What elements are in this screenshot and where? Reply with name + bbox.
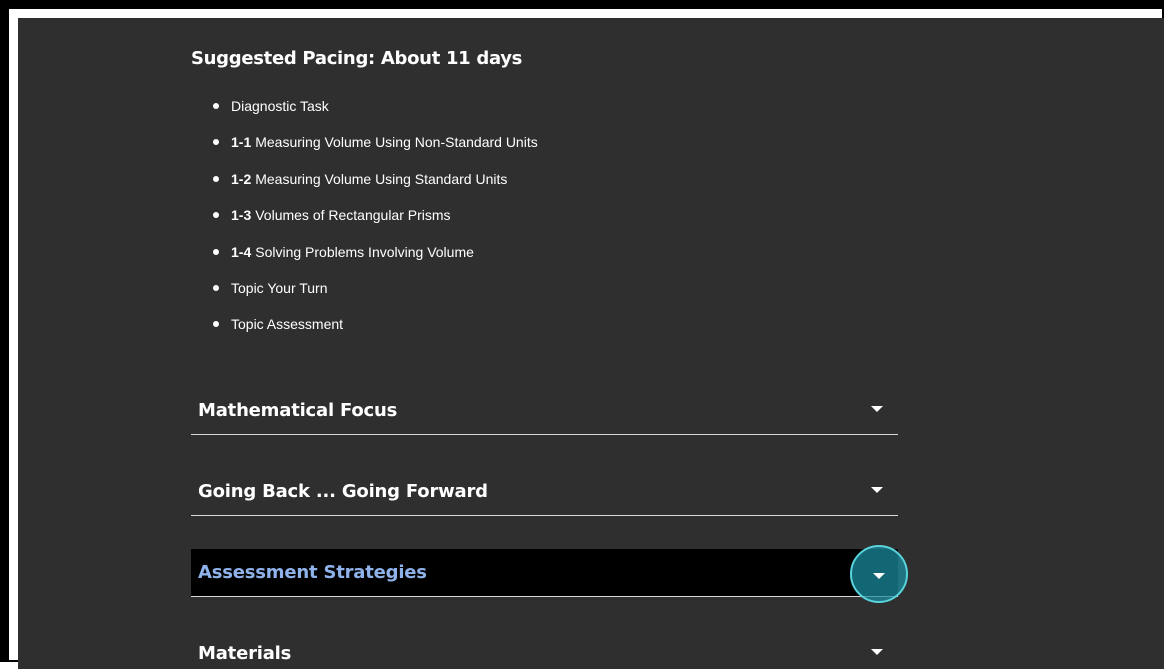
pacing-item-topic-your-turn: Topic Your Turn — [213, 278, 538, 314]
caret-down-icon[interactable] — [871, 406, 883, 412]
pacing-list: Diagnostic Task 1-1 Measuring Volume Usin… — [213, 96, 538, 351]
pacing-item-text: Measuring Volume Using Non-Standard Unit… — [255, 134, 538, 151]
bullet-icon — [213, 248, 219, 255]
pacing-item-number: 1-4 — [231, 243, 252, 260]
pacing-item-1-1: 1-1 Measuring Volume Using Non-Standard U… — [213, 132, 538, 168]
bullet-icon — [213, 139, 219, 146]
screen-frame: Suggested Pacing: About 11 days Diagnost… — [0, 0, 1164, 669]
pacing-item-1-4: 1-4 Solving Problems Involving Volume — [213, 242, 538, 278]
caret-down-icon — [873, 573, 885, 579]
accordion-label: Materials — [198, 643, 292, 664]
caret-down-icon[interactable] — [871, 487, 883, 493]
pacing-item-text: Topic Assessment — [231, 316, 344, 333]
bullet-icon — [213, 103, 219, 109]
pacing-item-number: 1-2 — [231, 170, 252, 187]
bullet-icon — [213, 175, 219, 182]
pacing-item-text: Diagnostic Task — [231, 98, 329, 114]
pacing-item-text: Topic Your Turn — [231, 279, 328, 296]
pacing-item-text: Measuring Volume Using Standard Units — [255, 170, 508, 187]
accordion-mathematical-focus[interactable]: Mathematical Focus — [191, 387, 898, 435]
bullet-icon — [213, 212, 219, 219]
accordion-going-back-going-forward[interactable]: Going Back ... Going Forward — [191, 468, 898, 516]
pacing-item-text: Volumes of Rectangular Prisms — [255, 207, 451, 224]
pacing-item-diagnostic-task: Diagnostic Task — [213, 96, 538, 132]
pacing-item-1-3: 1-3 Volumes of Rectangular Prisms — [213, 205, 538, 241]
bullet-icon — [213, 321, 219, 328]
accordion-materials[interactable]: Materials — [191, 630, 898, 669]
accordion-label: Mathematical Focus — [198, 400, 398, 421]
caret-down-icon[interactable] — [871, 649, 883, 655]
pacing-item-number: 1-1 — [231, 134, 252, 151]
accordion-label: Going Back ... Going Forward — [198, 481, 488, 502]
pacing-item-number: 1-3 — [231, 207, 252, 224]
expand-toggle-button[interactable] — [850, 545, 908, 603]
pacing-title: Suggested Pacing: About 11 days — [191, 48, 523, 69]
bullet-icon — [213, 284, 219, 291]
pacing-item-topic-assessment: Topic Assessment — [213, 314, 538, 350]
pacing-item-1-2: 1-2 Measuring Volume Using Standard Units — [213, 169, 538, 205]
accordion-assessment-strategies[interactable]: Assessment Strategies — [191, 545, 908, 603]
lesson-overview-panel: Suggested Pacing: About 11 days Diagnost… — [18, 18, 1164, 669]
pacing-item-text: Solving Problems Involving Volume — [255, 243, 474, 260]
accordion-label: Assessment Strategies — [198, 562, 427, 583]
